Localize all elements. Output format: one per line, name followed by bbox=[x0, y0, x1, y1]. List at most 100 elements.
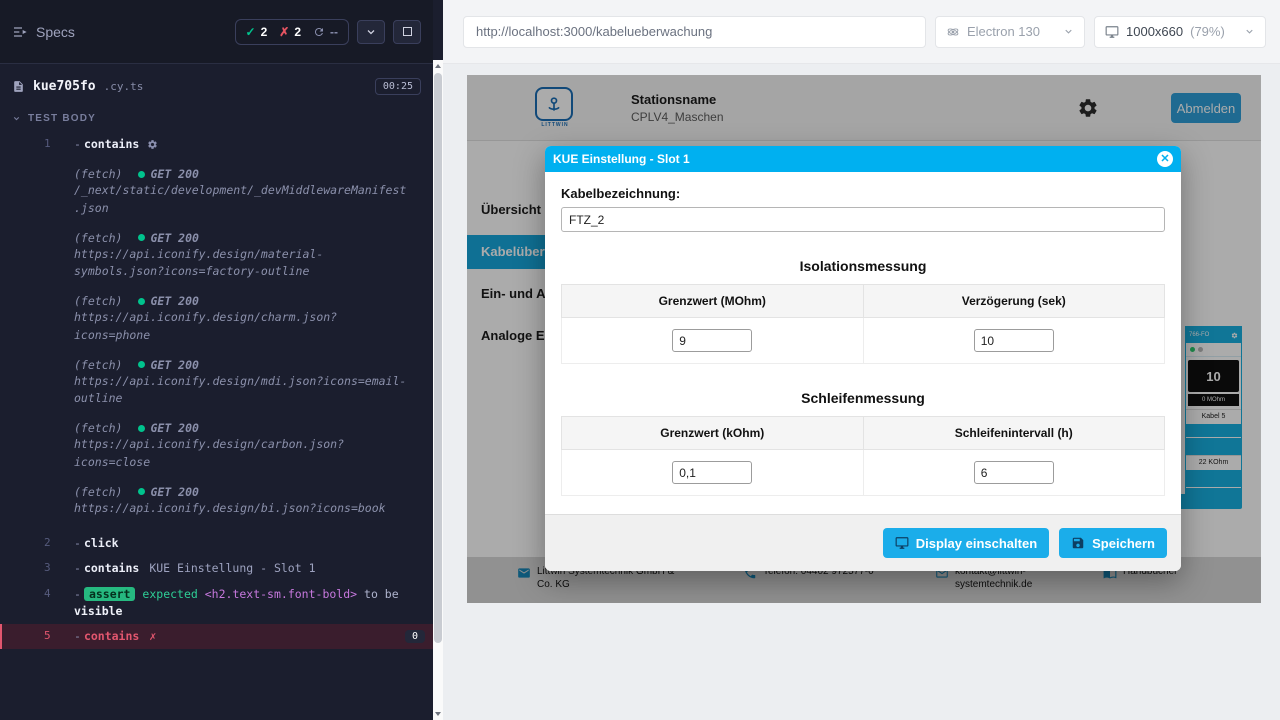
status-dot-icon bbox=[138, 361, 145, 368]
network-log-item[interactable]: (fetch)GET 200 https://api.iconify.desig… bbox=[74, 231, 433, 281]
fetch-status: GET 200 bbox=[150, 421, 198, 435]
kue-settings-modal: KUE Einstellung - Slot 1 ✕ Kabelbezeichn… bbox=[545, 146, 1181, 571]
command-number: 4 bbox=[44, 586, 74, 600]
scrollbar-thumb[interactable] bbox=[434, 73, 442, 643]
cypress-reporter-pane: Specs ✓2 ✗2 -- kue705fo .cy.ts 00:25 bbox=[0, 0, 443, 720]
loop-intervall-input[interactable] bbox=[974, 461, 1054, 484]
cable-name-input[interactable] bbox=[561, 207, 1165, 232]
stop-icon bbox=[403, 27, 412, 36]
electron-icon bbox=[946, 25, 960, 39]
command-row-assert[interactable]: 4 -assert expected <h2.text-sm.font-bold… bbox=[0, 582, 433, 625]
network-log-item[interactable]: (fetch)GET 200 /_next/static/development… bbox=[74, 167, 433, 217]
status-dot-icon bbox=[138, 171, 145, 178]
scroll-down-arrow[interactable] bbox=[433, 708, 443, 720]
fetch-label: (fetch) bbox=[74, 167, 122, 181]
dash: - bbox=[74, 629, 81, 643]
chevron-down-icon bbox=[1063, 26, 1074, 37]
reporter-scrollbar[interactable] bbox=[433, 60, 443, 720]
collapse-button[interactable] bbox=[357, 20, 385, 44]
assert-selector: <h2.text-sm.font-bold> bbox=[205, 587, 357, 601]
failed-count: 2 bbox=[294, 25, 301, 39]
loop-table: Grenzwert (kOhm) Schleifenintervall (h) bbox=[561, 416, 1165, 496]
network-log-item[interactable]: (fetch) GET 200 https://api.iconify.desig… bbox=[74, 485, 433, 517]
passed-stat: ✓2 bbox=[246, 25, 268, 39]
spec-duration-badge: 00:25 bbox=[375, 78, 421, 95]
reporter-header: Specs ✓2 ✗2 -- bbox=[0, 0, 433, 64]
fetch-status: GET 200 bbox=[150, 167, 198, 181]
fetch-url: https://api.iconify.design/bi.json?icons… bbox=[74, 500, 413, 517]
command-number: 3 bbox=[44, 560, 74, 574]
command-number: 2 bbox=[44, 535, 74, 549]
viewport-size: 1000x660 bbox=[1126, 24, 1183, 39]
command-name: contains bbox=[84, 561, 139, 575]
fetch-url: https://api.iconify.design/charm.json?ic… bbox=[74, 309, 413, 344]
fetch-status: GET 200 bbox=[150, 485, 198, 499]
fetch-url: https://api.iconify.design/carbon.json?i… bbox=[74, 436, 413, 471]
address-bar[interactable]: http://localhost:3000/kabelueberwachung bbox=[463, 16, 926, 48]
options-gear-icon bbox=[147, 139, 158, 150]
command-row-contains-2[interactable]: 3 -containsKUE Einstellung - Slot 1 bbox=[0, 556, 433, 581]
command-number: 1 bbox=[44, 136, 74, 150]
url-text: http://localhost:3000/kabelueberwachung bbox=[476, 24, 712, 39]
command-name: contains bbox=[84, 629, 139, 643]
pending-count: -- bbox=[330, 25, 338, 39]
passed-count: 2 bbox=[261, 25, 268, 39]
loop-col-intervall: Schleifenintervall (h) bbox=[863, 417, 1165, 450]
isolation-verzoegerung-input[interactable] bbox=[974, 329, 1054, 352]
fetch-url: https://api.iconify.design/material-symb… bbox=[74, 246, 413, 281]
viewport-zoom: (79%) bbox=[1190, 24, 1225, 39]
spec-name: kue705fo bbox=[33, 79, 96, 94]
triangle-up-icon bbox=[435, 64, 441, 68]
fetch-url: https://api.iconify.design/mdi.json?icon… bbox=[74, 373, 413, 408]
status-dot-icon bbox=[138, 425, 145, 432]
status-dot-icon bbox=[138, 298, 145, 305]
display-icon bbox=[895, 536, 909, 550]
loop-col-grenzwert: Grenzwert (kOhm) bbox=[562, 417, 864, 450]
assert-text: to be bbox=[364, 587, 399, 601]
browser-name: Electron 130 bbox=[967, 24, 1040, 39]
retry-count-badge: 0 bbox=[405, 630, 425, 643]
display-on-button[interactable]: Display einschalten bbox=[883, 528, 1049, 558]
specs-label: Specs bbox=[36, 24, 75, 40]
network-log-item[interactable]: (fetch)GET 200 https://api.iconify.desig… bbox=[74, 294, 433, 344]
chevron-down-icon bbox=[12, 114, 21, 123]
spec-file-icon bbox=[12, 80, 25, 93]
fetch-status: GET 200 bbox=[150, 358, 198, 372]
fetch-label: (fetch) bbox=[74, 294, 122, 308]
status-dot-icon bbox=[138, 488, 145, 495]
scroll-up-arrow[interactable] bbox=[433, 60, 443, 72]
status-dot-icon bbox=[138, 234, 145, 241]
specs-menu-button[interactable]: Specs bbox=[12, 24, 75, 40]
command-row-contains-1[interactable]: 1 -contains bbox=[0, 132, 433, 157]
command-row-contains-failed[interactable]: 5 -contains ✗ 0 bbox=[0, 624, 433, 649]
spec-header[interactable]: kue705fo .cy.ts 00:25 bbox=[0, 64, 433, 105]
assert-badge: assert bbox=[84, 587, 136, 601]
fetch-label: (fetch) bbox=[74, 421, 122, 435]
viewport-selector[interactable]: 1000x660 (79%) bbox=[1094, 16, 1266, 48]
save-label: Speichern bbox=[1092, 536, 1155, 551]
assert-state: visible bbox=[74, 604, 122, 618]
fetch-label: (fetch) bbox=[74, 485, 122, 499]
fail-x-icon: ✗ bbox=[149, 629, 156, 643]
cable-name-label: Kabelbezeichnung: bbox=[561, 186, 1165, 201]
isolation-section-title: Isolationsmessung bbox=[561, 258, 1165, 274]
aut-area: LITTWIN Stationsname CPLV4_Maschen Abmel… bbox=[443, 64, 1280, 720]
loop-grenzwert-input[interactable] bbox=[672, 461, 752, 484]
modal-title: KUE Einstellung - Slot 1 bbox=[553, 152, 1157, 166]
network-log-item[interactable]: (fetch) GET 200 https://api.iconify.desig… bbox=[74, 421, 433, 471]
fetch-status: GET 200 bbox=[150, 231, 198, 245]
test-stats: ✓2 ✗2 -- bbox=[235, 19, 350, 45]
command-number: 5 bbox=[44, 628, 74, 642]
stop-button[interactable] bbox=[393, 20, 421, 44]
modal-header: KUE Einstellung - Slot 1 ✕ bbox=[545, 146, 1181, 172]
test-body-toggle[interactable]: TEST BODY bbox=[0, 105, 433, 130]
chevron-down-icon bbox=[365, 26, 377, 38]
command-row-click[interactable]: 2 -click bbox=[0, 531, 433, 556]
network-log-item[interactable]: (fetch)GET 200 https://api.iconify.desig… bbox=[74, 358, 433, 408]
isolation-grenzwert-input[interactable] bbox=[672, 329, 752, 352]
close-icon[interactable]: ✕ bbox=[1157, 151, 1173, 167]
browser-selector[interactable]: Electron 130 bbox=[935, 16, 1085, 48]
isolation-col-grenzwert: Grenzwert (MOhm) bbox=[562, 285, 864, 318]
save-button[interactable]: Speichern bbox=[1059, 528, 1167, 558]
loop-section-title: Schleifenmessung bbox=[561, 390, 1165, 406]
